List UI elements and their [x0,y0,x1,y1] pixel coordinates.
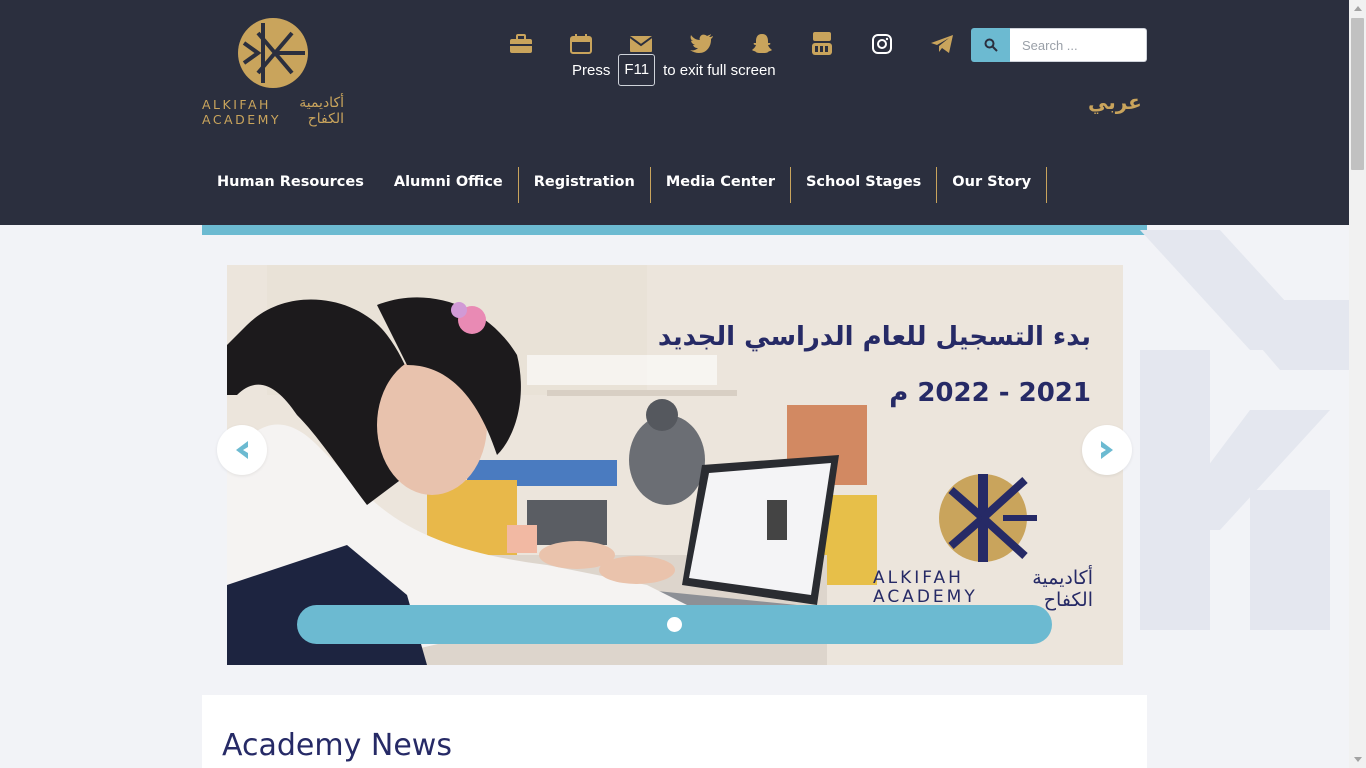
instagram-icon[interactable] [867,30,897,58]
nav-registration[interactable]: Registration [519,167,650,203]
slider-pagination-bar [297,605,1052,644]
site-header: ALKIFAH ACADEMY أكاديمية الكفاح عربي Hum… [0,0,1349,225]
logo-emblem-icon [238,18,308,88]
slide-logo-emblem-icon [939,474,1037,562]
telegram-icon[interactable] [927,30,957,58]
page-scrollbar[interactable] [1349,0,1366,768]
logo-text-english: ALKIFAH ACADEMY [202,97,282,127]
fullscreen-key: F11 [618,54,656,86]
slide-logo-text-english: ALKIFAH ACADEMY [873,568,978,607]
hero-slider: بدء التسجيل للعام الدراسي الجديد 2021 - … [227,265,1123,665]
fullscreen-press-text: Press [572,61,611,79]
slider-next-button[interactable] [1082,425,1132,475]
fullscreen-exit-text: to exit full screen [663,61,776,79]
briefcase-icon[interactable] [506,30,536,58]
nav-our-story[interactable]: Our Story [937,167,1046,203]
nav-alumni-office[interactable]: Alumni Office [379,167,518,203]
nav-school-stages[interactable]: School Stages [791,167,936,203]
academy-logo[interactable]: ALKIFAH ACADEMY أكاديمية الكفاح [200,15,350,135]
fullscreen-notice: Press F11 to exit full screen [572,52,776,88]
search-icon [984,38,998,52]
nav-divider [1046,167,1048,203]
accent-bar [202,225,1147,235]
logo-text-arabic: أكاديمية الكفاح [299,95,344,127]
slide-headline: بدء التسجيل للعام الدراسي الجديد 2021 - … [657,322,1091,408]
scrollbar-thumb[interactable] [1351,18,1364,170]
main-navigation: Human Resources Alumni Office Registrati… [202,167,1048,203]
nav-media-center[interactable]: Media Center [651,167,790,203]
chevron-left-icon [236,441,248,459]
youtube-icon[interactable] [807,30,837,58]
scroll-up-button[interactable] [1349,0,1366,17]
arrow-down-icon [1353,757,1362,762]
slider-dot[interactable] [667,617,682,632]
chevron-right-icon [1101,441,1113,459]
search-button[interactable] [971,28,1010,62]
language-switch-link[interactable]: عربي [1088,90,1142,114]
search-input[interactable] [1010,28,1147,62]
scroll-down-button[interactable] [1349,751,1366,768]
slider-prev-button[interactable] [217,425,267,475]
slide-logo-text-arabic: أكاديمية الكفاح [1032,567,1093,611]
academy-news-section: Academy News [202,695,1147,768]
arrow-up-icon [1353,6,1362,11]
background-logo-watermark [1140,230,1360,630]
nav-human-resources[interactable]: Human Resources [202,167,379,203]
academy-news-heading: Academy News [222,728,452,763]
